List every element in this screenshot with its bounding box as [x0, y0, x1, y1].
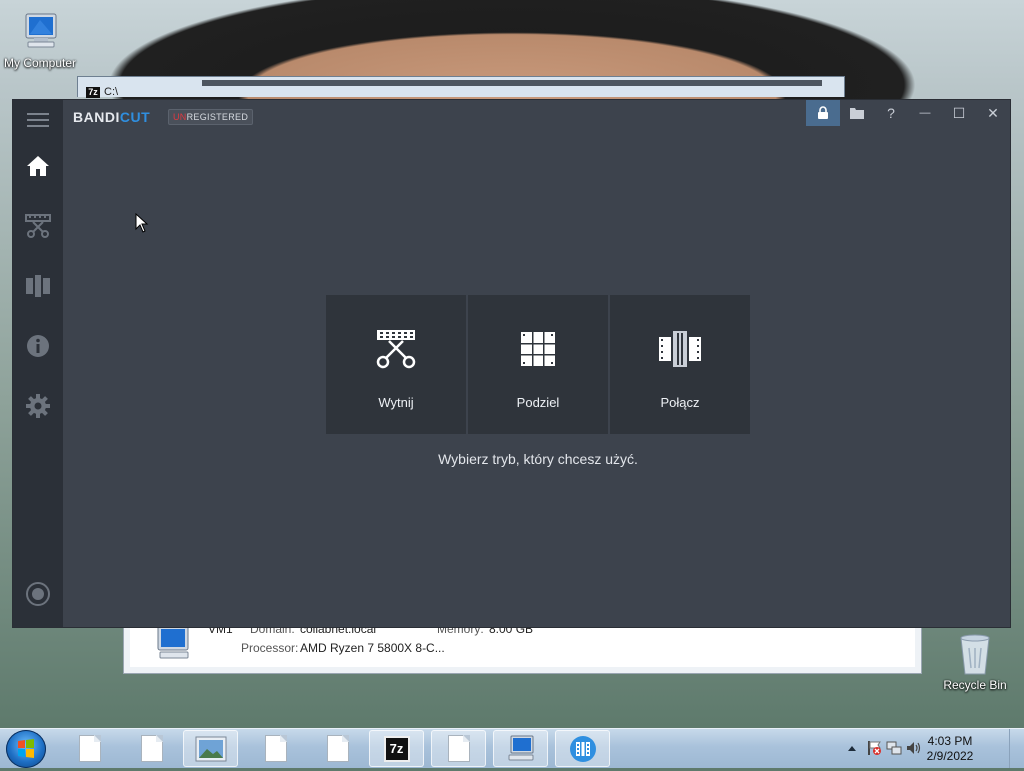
- open-folder-button[interactable]: [840, 100, 874, 126]
- 7zip-icon: 7z: [86, 87, 100, 98]
- bandicut-window: BANDICUT UNREGISTERED ? — ☐ ✕ Wytnij Pod…: [12, 99, 1011, 628]
- lock-button[interactable]: [806, 100, 840, 126]
- show-desktop-button[interactable]: [1009, 729, 1024, 768]
- gear-icon: [26, 394, 50, 418]
- mode-label: Podziel: [516, 395, 560, 410]
- mode-tile-cut[interactable]: Wytnij: [326, 295, 466, 434]
- document-icon: [78, 735, 101, 762]
- clock[interactable]: 4:03 PM 2/9/2022: [920, 734, 980, 764]
- minimize-button[interactable]: —: [908, 100, 942, 126]
- taskbar-item-document[interactable]: [62, 730, 117, 767]
- desktop-icon-label: Recycle Bin: [943, 678, 1007, 692]
- lock-icon: [818, 106, 828, 119]
- processor-label: Processor:: [241, 641, 299, 655]
- start-button[interactable]: [6, 730, 46, 768]
- tray-action-center[interactable]: [866, 740, 882, 759]
- background-window-address-bar: [202, 80, 822, 86]
- desktop-icon-recycle-bin[interactable]: Recycle Bin: [935, 630, 1015, 692]
- mode-selector: Wytnij Podziel Połącz: [326, 295, 750, 434]
- scissors-film-icon: [25, 214, 51, 238]
- taskbar-item-7zip[interactable]: 7z: [369, 730, 424, 767]
- background-window-details-pane: VM1 Domain: collabnet.local Memory: 8.00…: [123, 622, 922, 674]
- recycle-bin-icon: [960, 634, 990, 675]
- taskbar-item-document[interactable]: [124, 730, 179, 767]
- desktop-icon-label: My Computer: [3, 56, 77, 70]
- system-tray: 4:03 PM 2/9/2022: [834, 729, 1024, 769]
- tray-network[interactable]: [886, 740, 902, 759]
- sidebar-item-join[interactable]: [13, 266, 63, 306]
- processor-value: AMD Ryzen 7 5800X 8-C...: [300, 641, 445, 655]
- taskbar-item-picture[interactable]: [183, 730, 238, 767]
- mode-tile-split[interactable]: Podziel: [468, 295, 608, 434]
- taskbar-item-document[interactable]: [248, 730, 303, 767]
- desktop-icon-my-computer[interactable]: My Computer: [0, 10, 80, 70]
- background-window-path: C:\: [104, 86, 119, 98]
- unregistered-badge: UNREGISTERED: [168, 109, 254, 125]
- sidebar: [13, 100, 63, 627]
- 7zip-icon: 7z: [383, 735, 410, 762]
- clock-time: 4:03 PM: [927, 734, 973, 748]
- mode-label: Połącz: [660, 395, 700, 410]
- bandicut-app-icon: [569, 735, 596, 762]
- taskbar: 7z 4:03 PM 2/9/2022: [0, 728, 1024, 768]
- taskbar-item-document[interactable]: [431, 730, 486, 767]
- menu-button[interactable]: [13, 100, 63, 140]
- hamburger-icon: [27, 113, 49, 127]
- info-icon: [27, 335, 49, 357]
- scissors-film-icon: [376, 330, 416, 369]
- maximize-button[interactable]: ☐: [942, 100, 976, 126]
- sidebar-item-settings[interactable]: [13, 386, 63, 426]
- document-icon: [326, 735, 349, 762]
- windows-logo-icon: [18, 739, 34, 758]
- computer-icon: [25, 13, 57, 48]
- folder-icon: [850, 108, 864, 119]
- document-icon: [140, 735, 163, 762]
- computer-icon: [508, 735, 533, 760]
- taskbar-item-computer[interactable]: [493, 730, 548, 767]
- mode-hint-text: Wybierz tryb, który chcesz użyć.: [438, 451, 638, 467]
- sidebar-item-cut[interactable]: [13, 206, 63, 246]
- show-hidden-icons-button[interactable]: [847, 741, 857, 755]
- document-icon: [264, 735, 287, 762]
- sidebar-item-home[interactable]: [13, 146, 63, 186]
- sidebar-item-info[interactable]: [13, 326, 63, 366]
- taskbar-item-bandicut[interactable]: [555, 730, 610, 767]
- network-icon: [886, 741, 902, 755]
- taskbar-item-document[interactable]: [310, 730, 365, 767]
- mode-label: Wytnij: [378, 395, 414, 410]
- computer-icon: [157, 626, 189, 659]
- chevron-up-icon: [848, 746, 856, 751]
- flag-error-icon: [868, 741, 881, 755]
- title-bar[interactable]: BANDICUT UNREGISTERED ? — ☐ ✕: [63, 100, 1010, 130]
- sidebar-item-record[interactable]: [13, 574, 63, 614]
- document-icon: [447, 735, 470, 762]
- clock-date: 2/9/2022: [926, 749, 974, 763]
- background-explorer-window[interactable]: 7z C:\: [77, 76, 845, 98]
- join-film-icon: [659, 331, 701, 367]
- mouse-cursor-icon: [135, 213, 149, 233]
- film-join-icon: [26, 275, 50, 297]
- split-grid-icon: [521, 332, 555, 366]
- help-button[interactable]: ?: [874, 100, 908, 126]
- window-controls: ? — ☐ ✕: [806, 100, 1010, 126]
- home-icon: [27, 156, 49, 176]
- picture-icon: [195, 736, 226, 761]
- mode-tile-join[interactable]: Połącz: [610, 295, 750, 434]
- close-button[interactable]: ✕: [976, 100, 1010, 126]
- record-icon: [26, 582, 50, 606]
- app-logo: BANDICUT: [73, 109, 151, 125]
